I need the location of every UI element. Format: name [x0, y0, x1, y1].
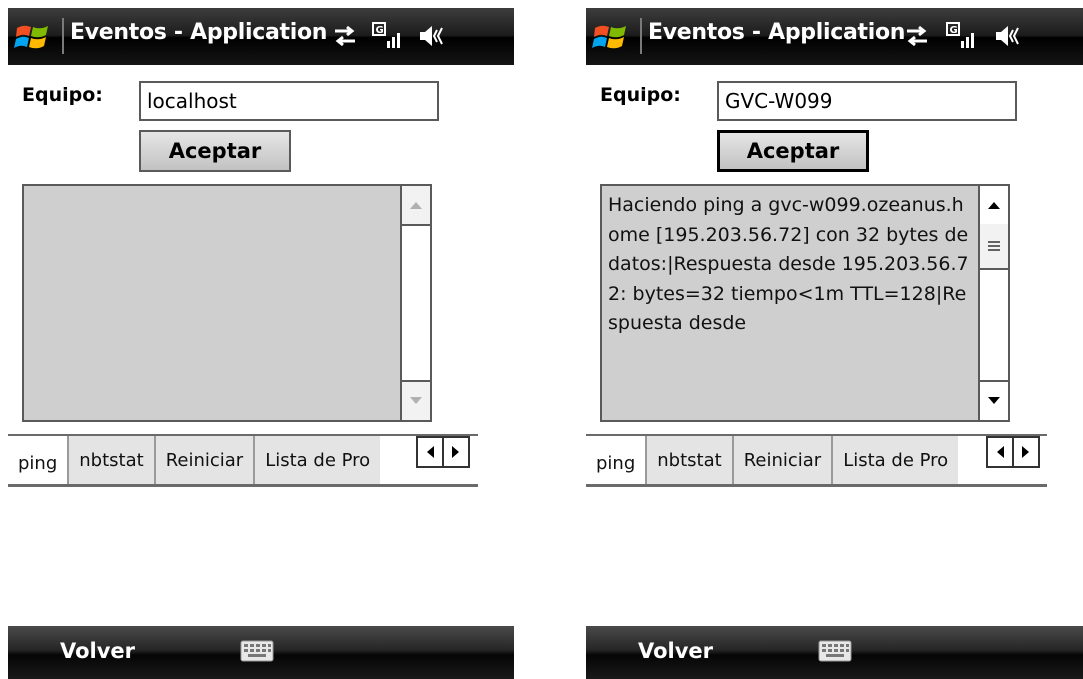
signal-strength-icon[interactable]: G: [946, 22, 978, 50]
scroll-down-button[interactable]: [980, 380, 1008, 420]
arrow-down-icon: [410, 397, 422, 404]
data-connection-icon[interactable]: [904, 22, 930, 50]
speaker-icon[interactable]: [418, 22, 448, 50]
svg-text:G: G: [376, 25, 384, 36]
arrow-up-icon: [410, 202, 422, 209]
scroll-thumb[interactable]: [980, 224, 1008, 270]
signal-strength-icon[interactable]: G: [372, 22, 404, 50]
speaker-icon[interactable]: [994, 22, 1024, 50]
arrow-left-icon: [427, 446, 434, 458]
title-bar: Eventos - Application G: [586, 8, 1083, 65]
keyboard-icon[interactable]: [240, 638, 274, 664]
tab-ping[interactable]: ping: [8, 442, 68, 484]
tab-nbtstat[interactable]: nbtstat: [645, 436, 732, 484]
arrow-right-icon: [452, 446, 459, 458]
tab-reiniciar[interactable]: Reiniciar: [731, 436, 832, 484]
equipo-input[interactable]: [717, 81, 1017, 121]
arrow-right-icon: [1022, 446, 1029, 458]
windows-start-icon[interactable]: [14, 20, 52, 54]
equipo-input[interactable]: [139, 81, 439, 121]
keyboard-icon[interactable]: [818, 638, 852, 664]
equipo-label: Equipo:: [22, 84, 103, 106]
tab-reiniciar[interactable]: Reiniciar: [153, 436, 254, 484]
tab-scroll-right-button[interactable]: [1012, 438, 1038, 466]
tab-scroll-buttons: [986, 436, 1040, 468]
svg-text:G: G: [950, 25, 958, 36]
output-scrollbar[interactable]: [400, 186, 430, 420]
tab-lista-de-procesos[interactable]: Lista de Pro: [253, 436, 381, 484]
device-screen-localhost: Eventos - Application G Equipo: Aceptar: [8, 8, 514, 679]
arrow-left-icon: [997, 446, 1004, 458]
tab-nbtstat[interactable]: nbtstat: [67, 436, 154, 484]
aceptar-button[interactable]: Aceptar: [139, 130, 291, 172]
output-scrollbar[interactable]: [978, 186, 1008, 420]
soft-key-bar: Volver: [8, 626, 514, 679]
title-separator: [62, 18, 64, 54]
arrow-down-icon: [988, 397, 1000, 404]
tab-scroll-left-button[interactable]: [418, 438, 442, 466]
equipo-label: Equipo:: [600, 84, 681, 106]
output-text: [24, 186, 400, 420]
tab-strip: ping nbtstat Reiniciar Lista de Pro: [586, 434, 1047, 487]
data-connection-icon[interactable]: [332, 22, 358, 50]
window-title: Eventos - Application: [648, 20, 906, 45]
tab-strip: ping nbtstat Reiniciar Lista de Pro: [8, 434, 478, 487]
tab-scroll-left-button[interactable]: [988, 438, 1012, 466]
output-text: Haciendo ping a gvc-w099.ozeanus.home [1…: [608, 194, 975, 334]
tab-scroll-buttons: [416, 436, 470, 468]
title-bar: Eventos - Application G: [8, 8, 514, 65]
scroll-up-button[interactable]: [980, 186, 1008, 226]
arrow-up-icon: [988, 202, 1000, 209]
output-box[interactable]: Haciendo ping a gvc-w099.ozeanus.home [1…: [600, 184, 1010, 422]
tab-ping[interactable]: ping: [586, 442, 646, 484]
grip-icon: [988, 241, 1000, 251]
title-separator: [640, 18, 642, 54]
scroll-down-button[interactable]: [402, 380, 430, 420]
aceptar-button[interactable]: Aceptar: [717, 130, 869, 172]
tab-scroll-right-button[interactable]: [442, 438, 468, 466]
volver-softkey[interactable]: Volver: [60, 639, 135, 663]
volver-softkey[interactable]: Volver: [638, 639, 713, 663]
windows-start-icon[interactable]: [592, 20, 630, 54]
device-screen-gvc-w099: Eventos - Application G Equipo: Aceptar …: [586, 8, 1083, 679]
output-box[interactable]: [22, 184, 432, 422]
window-title: Eventos - Application: [70, 20, 328, 45]
soft-key-bar: Volver: [586, 626, 1083, 679]
tab-lista-de-procesos[interactable]: Lista de Pro: [831, 436, 959, 484]
scroll-up-button[interactable]: [402, 186, 430, 226]
